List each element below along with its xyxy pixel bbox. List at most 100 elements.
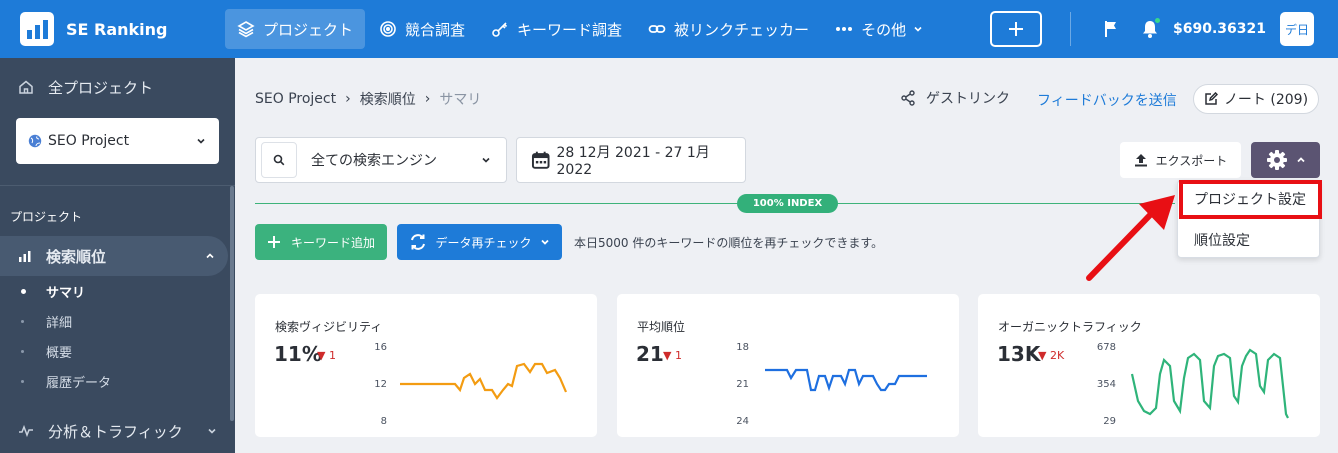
metric-card-avg-position[interactable]: 平均順位 21 ▼ 1 18 21 24 [617, 294, 959, 437]
notes-button[interactable]: ノート (209) [1193, 84, 1319, 114]
key-icon [492, 22, 508, 37]
se-ranking-logo-icon [20, 12, 54, 46]
logo[interactable]: SE Ranking [20, 12, 225, 46]
chevron-down-icon [197, 138, 205, 144]
date-range-picker[interactable]: 28 12月 2021 - 27 1月 2022 [516, 137, 746, 183]
axis-tick: 18 [736, 342, 749, 353]
chevron-down-icon [482, 157, 490, 163]
calendar-icon [531, 151, 550, 169]
top-navigation-bar: SE Ranking プロジェクト 競合調査 キーワード調査 被リンクチェッカー… [0, 0, 1338, 58]
send-feedback-link[interactable]: フィードバックを送信 [1037, 90, 1177, 110]
annotation-arrow-icon [1086, 195, 1175, 281]
export-button[interactable]: エクスポート [1120, 142, 1241, 178]
pulse-icon [19, 424, 33, 438]
flag-icon[interactable] [1103, 20, 1119, 38]
sidebar-scrollbar[interactable] [230, 186, 234, 421]
upload-icon [1134, 154, 1147, 167]
share-icon [901, 90, 915, 106]
metric-title: 平均順位 [637, 320, 686, 334]
notification-bell[interactable] [1141, 17, 1161, 39]
sidebar: 全プロジェクト SEO Project プロジェクト 検索順位 サマリ 詳細 概… [0, 58, 235, 453]
project-selector[interactable]: SEO Project [16, 118, 219, 164]
axis-tick: 16 [374, 342, 387, 353]
nav-competitor-label: 競合調査 [405, 20, 466, 39]
breadcrumb-rankings[interactable]: 検索順位 [360, 89, 416, 109]
guest-link-button[interactable]: ゲストリンク [900, 88, 1010, 108]
metric-value: 11% [274, 342, 322, 366]
settings-button[interactable] [1251, 142, 1320, 178]
chevron-up-icon [206, 253, 214, 259]
metric-delta-value: 2K [1049, 349, 1065, 362]
search-icon-box[interactable] [261, 142, 297, 178]
bullet [21, 288, 26, 294]
notification-dot [1154, 17, 1161, 24]
plus-icon [1009, 22, 1023, 36]
search-icon [273, 154, 285, 166]
project-name: SEO Project [48, 133, 130, 149]
breadcrumb-separator: › [345, 91, 351, 107]
metric-delta-value: 1 [674, 349, 682, 362]
search-engine-select[interactable]: 全ての検索エンジン [255, 137, 507, 183]
recheck-limit-note: 本日5000 件のキーワードの順位を再チェックできます。 [574, 236, 884, 250]
language-avatar[interactable]: デ日 [1280, 12, 1314, 46]
axis-tick: 354 [1096, 379, 1116, 390]
nav-more[interactable]: その他 [823, 9, 936, 49]
sidebar-subitem-overview[interactable]: 概要 [0, 336, 230, 366]
sidebar-subitem-summary[interactable]: サマリ [0, 276, 230, 306]
bar-chart-icon [19, 251, 31, 262]
nav-backlink-checker[interactable]: 被リンクチェッカー [636, 9, 821, 49]
refresh-icon [411, 234, 426, 250]
sidebar-subitem-label: 概要 [46, 345, 73, 361]
nav-competitor-research[interactable]: 競合調査 [367, 9, 477, 49]
breadcrumb-current: サマリ [439, 92, 482, 108]
index-badge: 100% INDEX [737, 194, 838, 213]
account-balance[interactable]: $690.36321 [1173, 21, 1266, 37]
axis-tick: 24 [736, 416, 749, 427]
sidebar-subitem-label: サマリ [46, 285, 86, 301]
sidebar-subitem-history[interactable]: 履歴データ [0, 366, 230, 396]
metric-card-visibility[interactable]: 検索ヴィジビリティ 11% ▼ 1 16 12 8 [255, 294, 597, 437]
sidebar-subitem-details[interactable]: 詳細 [0, 306, 230, 336]
dots-icon [836, 27, 853, 31]
sidebar-item-label: 検索順位 [46, 247, 107, 266]
sidebar-item-rankings[interactable]: 検索順位 [0, 236, 228, 276]
gear-icon [1266, 150, 1287, 170]
notes-label: ノート (209) [1223, 92, 1309, 108]
bullet [21, 349, 24, 353]
sparkline-visibility [400, 362, 568, 400]
chevron-up-icon [1296, 157, 1305, 163]
link-icon [648, 25, 666, 33]
metric-delta: ▼ 1 [663, 349, 682, 362]
metric-delta: ▼ 1 [317, 349, 336, 362]
globe-icon [28, 134, 42, 148]
breadcrumb-root[interactable]: SEO Project [255, 91, 336, 107]
menu-item-ranking-settings[interactable]: 順位設定 [1194, 230, 1250, 250]
sidebar-item-label: 分析＆トラフィック [48, 422, 183, 441]
nav-keyword-research[interactable]: キーワード調査 [479, 9, 634, 49]
target-icon [380, 21, 396, 37]
recheck-data-button[interactable]: データ再チェック [397, 224, 562, 260]
metric-value: 21 [636, 342, 664, 366]
sidebar-item-analytics[interactable]: 分析＆トラフィック [0, 416, 230, 446]
metric-title: 検索ヴィジビリティ [275, 320, 383, 334]
add-button[interactable] [990, 11, 1042, 47]
add-keywords-button[interactable]: キーワード追加 [255, 224, 387, 260]
metric-card-organic-traffic[interactable]: オーガニックトラフィック 13K ▼ 2K 678 354 29 [978, 294, 1320, 437]
highlight-box [1179, 180, 1322, 219]
sidebar-item-all-projects[interactable]: 全プロジェクト [0, 58, 235, 116]
export-label: エクスポート [1155, 153, 1228, 168]
nav-projects[interactable]: プロジェクト [225, 9, 366, 49]
chevron-down-icon [208, 428, 216, 434]
app-name: SE Ranking [66, 19, 168, 39]
bullet [21, 379, 24, 383]
nav-backlink-label: 被リンクチェッカー [674, 20, 810, 39]
edit-icon [1205, 92, 1218, 105]
metric-delta-value: 1 [328, 349, 336, 362]
metric-value: 13K [997, 342, 1041, 366]
axis-tick: 12 [374, 379, 387, 390]
sparkline-organic-traffic [1130, 348, 1289, 419]
recheck-label: データ再チェック [435, 235, 532, 250]
bullet [21, 319, 24, 323]
chevron-down-icon [540, 239, 549, 245]
nav-projects-label: プロジェクト [263, 20, 354, 39]
